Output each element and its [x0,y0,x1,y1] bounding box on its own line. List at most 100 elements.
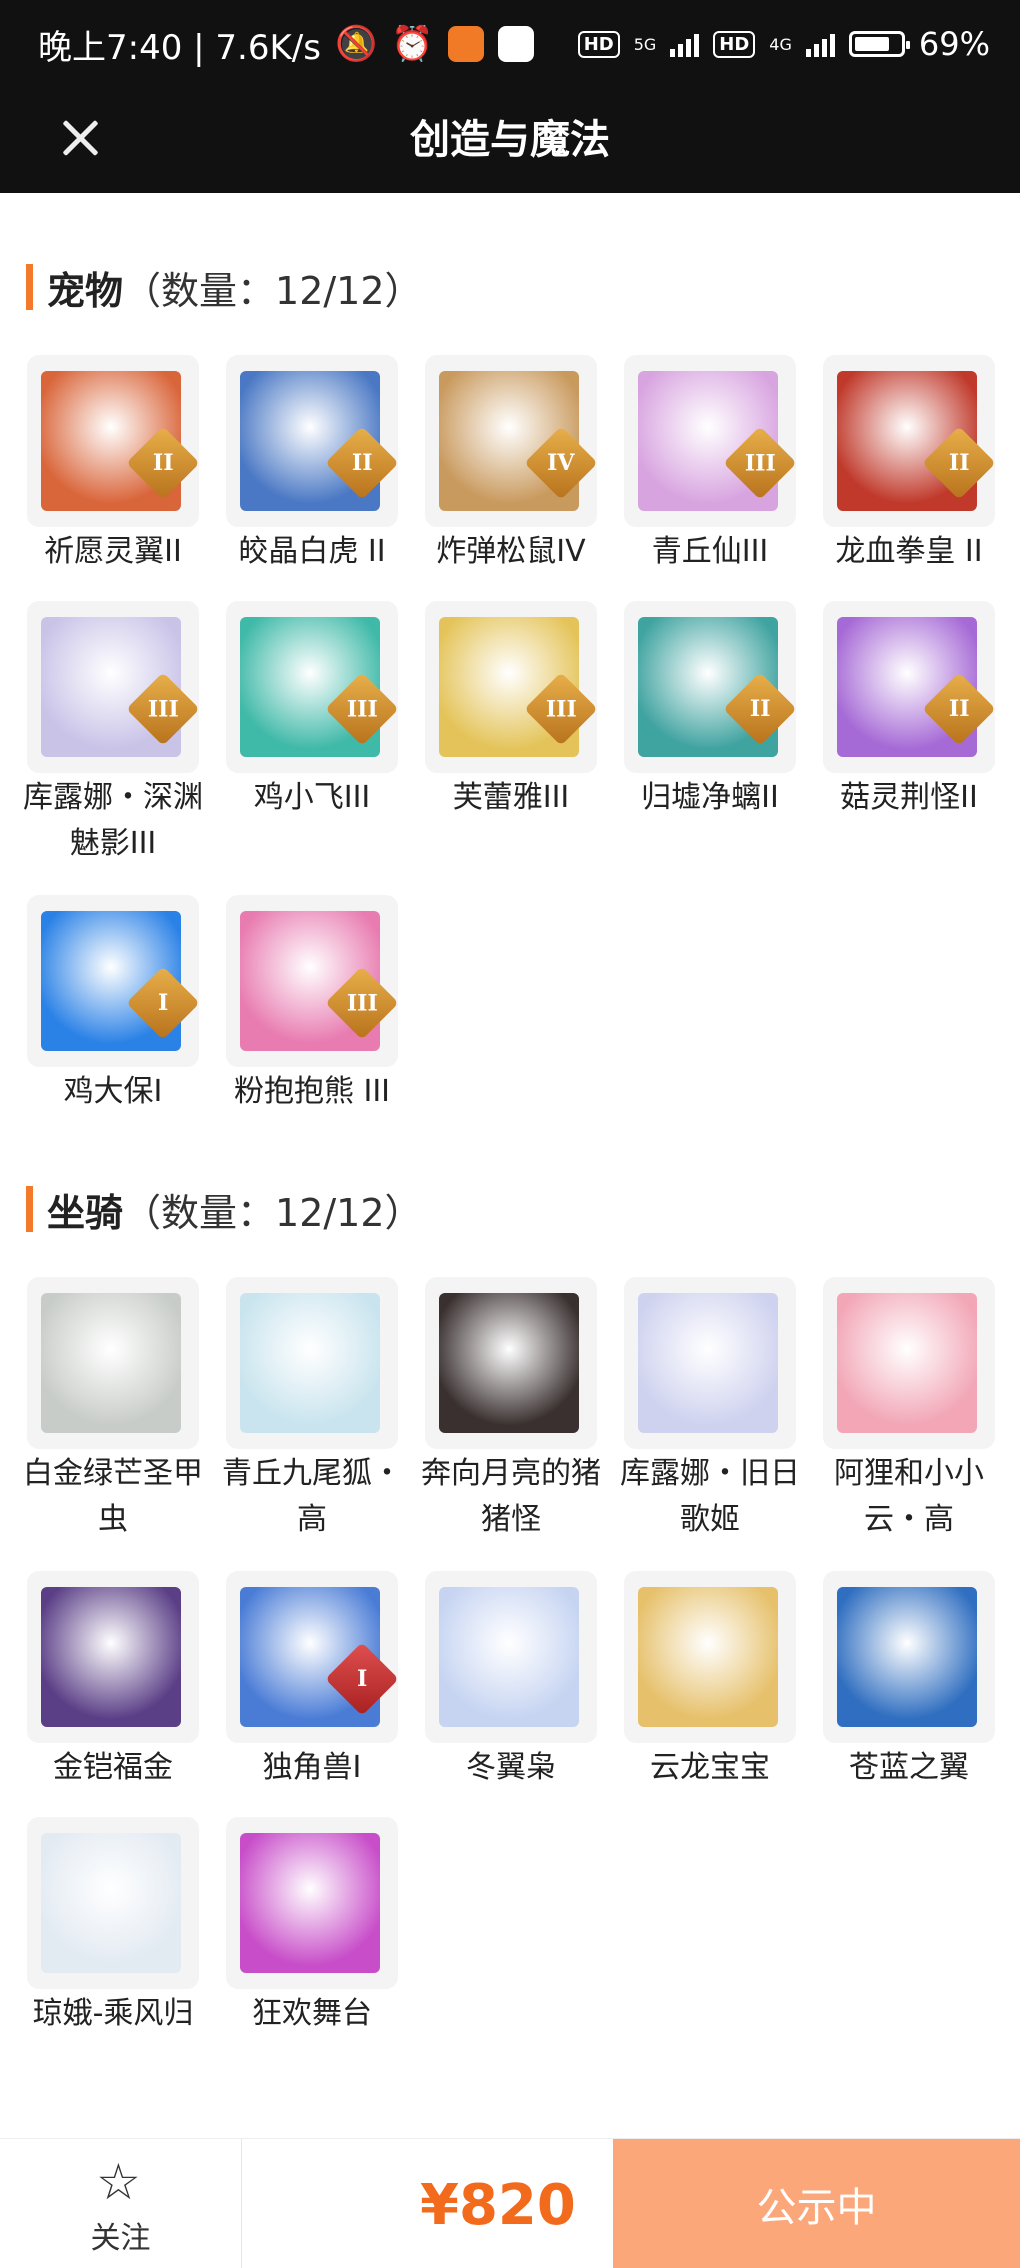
status-bar: 晚上7:40 | 7.6K/s 🔕 ⏰ HD 5G HD 4G 69% [38,18,990,70]
tier-badge-text: III [346,990,378,1016]
item-thumbnail [425,1277,597,1449]
item-label: 鸡大保I [63,1074,163,1109]
header: 创造与魔法 [0,85,1020,193]
item-card[interactable]: II 龙血拳皇 II [823,355,995,575]
item-label: 炸弹松鼠IV [436,534,586,569]
item-card[interactable]: III 芙蕾雅III [425,601,597,821]
item-card[interactable]: III 鸡小飞III [226,601,398,821]
item-card[interactable]: 阿狸和小小云・高 [823,1277,995,1543]
item-image [240,1833,380,1973]
item-label: 芙蕾雅III [452,780,570,815]
tier-badge-text: II [749,696,771,722]
video-app-icon [497,26,534,62]
hd-voice-icon: HD [577,30,620,58]
network-type-2: 4G [769,34,792,54]
item-thumbnail: III [425,601,597,773]
item-thumbnail: II [624,601,796,773]
item-image [439,1293,579,1433]
section-count: （数量：12/12） [123,268,423,313]
item-thumbnail [27,1817,199,1989]
item-image [638,1293,778,1433]
item-image [41,1587,181,1727]
mute-bell-icon: 🔕 [334,24,378,64]
item-card[interactable]: III 库露娜・深渊魅影III [23,601,203,867]
section-title: 宠物 [47,268,124,313]
item-card[interactable]: IV 炸弹松鼠IV [425,355,597,575]
item-card[interactable]: I 独角兽I [226,1571,398,1791]
item-card[interactable]: I 鸡大保I [27,895,199,1115]
item-label: 云龙宝宝 [650,1750,770,1785]
item-card[interactable]: 奔向月亮的猪猪怪 [421,1277,601,1543]
item-thumbnail: IV [425,355,597,527]
section-accent-bar [26,1186,33,1232]
item-thumbnail: II [27,355,199,527]
item-thumbnail: II [226,355,398,527]
item-card[interactable]: 狂欢舞台 [226,1817,398,2037]
item-image [638,1587,778,1727]
item-card[interactable]: II 菇灵荆怪II [823,601,995,821]
item-label: 皎晶白虎 II [238,534,386,569]
item-card[interactable]: III 青丘仙III [624,355,796,575]
item-label: 独角兽I [262,1750,362,1785]
tier-badge-text: II [948,450,970,476]
section-header-mounts: 坐骑 （数量：12/12） [26,1185,423,1235]
follow-label: 关注 [90,2221,151,2256]
item-label: 苍蓝之翼 [849,1750,969,1785]
item-image [439,1587,579,1727]
item-card[interactable]: 琼娥-乘风归 [27,1817,199,2037]
bottom-bar: ☆ 关注 ¥820 公示中 [0,2138,1020,2268]
item-label: 龙血拳皇 II [835,534,983,569]
item-card[interactable]: II 祈愿灵翼II [27,355,199,575]
item-card[interactable]: 苍蓝之翼 [823,1571,995,1791]
item-image [41,1293,181,1433]
item-label: 青丘仙III [651,534,769,569]
item-thumbnail: III [226,601,398,773]
item-thumbnail [624,1571,796,1743]
item-card[interactable]: II 皎晶白虎 II [226,355,398,575]
item-label: 鸡小飞III [253,780,371,815]
item-card[interactable]: 白金绿芒圣甲虫 [23,1277,203,1543]
item-thumbnail: II [823,601,995,773]
alarm-icon: ⏰ [391,24,434,64]
item-card[interactable]: 云龙宝宝 [624,1571,796,1791]
item-label: 菇灵荆怪II [840,780,978,815]
item-image [41,1833,181,1973]
item-card[interactable]: 库露娜・旧日歌姬 [620,1277,800,1543]
item-thumbnail: III [226,895,398,1067]
tier-badge-text: III [744,450,776,476]
item-label: 白金绿芒圣甲虫 [23,1456,203,1537]
tier-badge-text: IV [547,450,575,476]
item-card[interactable]: II 归墟净螭II [624,601,796,821]
item-thumbnail [624,1277,796,1449]
tier-badge-text: I [157,989,169,1016]
item-card[interactable]: 青丘九尾狐・高 [222,1277,402,1543]
item-label: 金铠福金 [53,1750,173,1785]
item-thumbnail [27,1571,199,1743]
top-bar: 晚上7:40 | 7.6K/s 🔕 ⏰ HD 5G HD 4G 69% 创造与魔… [0,0,1020,193]
tier-badge-text: III [545,696,577,722]
item-label: 库露娜・旧日歌姬 [620,1456,800,1537]
item-label: 冬翼枭 [466,1750,556,1785]
item-thumbnail [823,1277,995,1449]
tier-badge-text: I [356,1665,368,1692]
pets-grid: II 祈愿灵翼II II 皎晶白虎 II IV 炸弹松鼠IV III 青丘仙III II 龙血拳皇… [23,355,999,1115]
follow-button[interactable]: ☆ 关注 [0,2139,242,2268]
item-thumbnail: III [27,601,199,773]
item-label: 库露娜・深渊魅影III [23,780,203,861]
item-thumbnail [226,1277,398,1449]
item-label: 狂欢舞台 [252,1996,372,2031]
item-label: 奔向月亮的猪猪怪 [421,1456,601,1537]
item-thumbnail: I [27,895,199,1067]
status-time-speed: 晚上7:40 | 7.6K/s [38,27,321,68]
tier-badge-text: II [152,450,174,476]
item-card[interactable]: III 粉抱抱熊 III [226,895,398,1115]
item-card[interactable]: 冬翼枭 [425,1571,597,1791]
price: ¥820 [420,2173,576,2238]
item-card[interactable]: 金铠福金 [27,1571,199,1791]
signal-icon [670,31,700,57]
item-image [837,1587,977,1727]
item-thumbnail [425,1571,597,1743]
publicity-button[interactable]: 公示中 [613,2139,1020,2268]
item-thumbnail [823,1571,995,1743]
section-title: 坐骑 [47,1190,124,1235]
